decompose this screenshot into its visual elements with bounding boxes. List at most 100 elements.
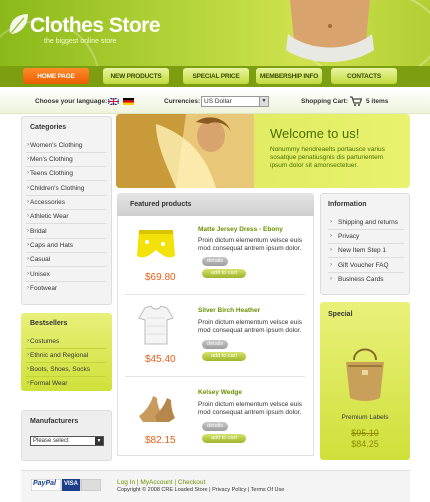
divider — [26, 223, 106, 224]
special-product-image[interactable] — [340, 344, 390, 402]
special-title: Special — [328, 311, 353, 318]
category-item[interactable]: Athletic Wear — [30, 213, 69, 220]
welcome-photo — [116, 114, 254, 188]
arrow-right-icon: › — [27, 185, 29, 191]
category-item[interactable]: Women's Clothing — [30, 142, 82, 149]
cart-count[interactable]: 5 items — [366, 98, 388, 105]
divider — [26, 376, 106, 377]
manufacturers-title: Manufacturers — [30, 418, 79, 425]
arrow-right-icon: › — [330, 276, 332, 282]
add-to-cart-button[interactable]: add to cart — [202, 269, 246, 278]
bestseller-item[interactable]: Formal Wear — [30, 380, 67, 387]
arrow-right-icon: › — [330, 219, 332, 225]
divider — [125, 294, 305, 295]
arrow-right-icon: › — [330, 247, 332, 253]
product-image[interactable] — [135, 222, 177, 264]
divider — [26, 180, 106, 181]
arrow-right-icon: › — [27, 213, 29, 219]
information-item[interactable]: Privacy — [338, 233, 359, 240]
product-name[interactable]: Silver Birch Heather — [198, 307, 260, 314]
category-item[interactable]: Men's Clothing — [30, 156, 73, 163]
product-name[interactable]: Kelsey Wedge — [198, 389, 242, 396]
product-description: Proin dictum elementum velsce euis mod c… — [198, 401, 303, 416]
bestseller-item[interactable]: Ethnic and Regional — [30, 352, 88, 359]
categories-title: Categories — [30, 124, 67, 131]
nav-new-products[interactable]: New Products — [103, 68, 169, 84]
product-description: Proin dictum elementum velsce euis mod c… — [198, 319, 303, 334]
arrow-right-icon: › — [27, 242, 29, 248]
nav-contacts[interactable]: Contacts — [331, 68, 397, 84]
category-item[interactable]: Accessories — [30, 199, 65, 206]
nav-special-price[interactable]: Special Price — [183, 68, 249, 84]
information-title: Information — [328, 201, 367, 208]
chevron-down-icon[interactable]: ▼ — [259, 97, 268, 106]
category-item[interactable]: Unisex — [30, 271, 50, 278]
bestseller-item[interactable]: Costumes — [30, 338, 59, 345]
add-to-cart-button[interactable]: add to cart — [202, 434, 246, 443]
cart-label[interactable]: Shopping Cart: — [301, 98, 348, 105]
divider — [26, 166, 106, 167]
product-name[interactable]: Matte Jersey Dress - Ebony — [198, 226, 283, 233]
category-item[interactable]: Bridal — [30, 228, 47, 235]
divider — [26, 281, 106, 282]
product-image[interactable] — [135, 386, 177, 428]
divider — [328, 243, 404, 244]
language-label: Choose your language: — [35, 98, 108, 105]
hero-model-image — [286, 0, 374, 62]
product-image[interactable] — [135, 304, 177, 346]
divider — [328, 257, 404, 258]
featured-title: Featured products — [130, 201, 192, 208]
divider — [26, 266, 106, 267]
category-item[interactable]: Footwear — [30, 285, 57, 292]
details-button[interactable]: details — [202, 257, 228, 266]
footer-copyright: Copyright © 2008 CRE Loaded Store | Priv… — [117, 487, 285, 493]
divider — [26, 252, 106, 253]
arrow-right-icon: › — [27, 170, 29, 176]
de-flag-icon[interactable] — [123, 98, 134, 105]
add-to-cart-button[interactable]: add to cart — [202, 352, 246, 361]
manufacturer-select-value: Please select — [33, 438, 69, 444]
category-item[interactable]: Casual — [30, 256, 50, 263]
arrow-right-icon: › — [27, 228, 29, 234]
divider — [26, 238, 106, 239]
category-item[interactable]: Caps and Hats — [30, 242, 73, 249]
divider — [26, 152, 106, 153]
nav-membership-info[interactable]: Membership Info — [256, 68, 322, 84]
bestsellers-title: Bestsellers — [30, 320, 68, 327]
arrow-right-icon: › — [27, 338, 29, 344]
special-product-name[interactable]: Premium Labels — [320, 414, 410, 421]
bestseller-item[interactable]: Boots, Shoes, Socks — [30, 366, 90, 373]
information-item[interactable]: Shipping and returns — [338, 219, 398, 226]
arrow-right-icon: › — [27, 271, 29, 277]
divider — [125, 376, 305, 377]
details-button[interactable]: details — [202, 422, 228, 431]
uk-flag-icon[interactable] — [108, 98, 119, 105]
chevron-down-icon[interactable]: ▼ — [95, 437, 103, 445]
welcome-title: Welcome to us! — [270, 126, 360, 141]
special-new-price: $84.25 — [351, 439, 379, 449]
footer-links[interactable]: Log In | MyAccount | Checkout — [117, 479, 205, 486]
information-item[interactable]: New Item Step 1 — [338, 247, 386, 254]
leaf-logo-icon — [9, 14, 28, 35]
store-subtitle: the biggest online store — [44, 38, 117, 45]
information-item[interactable]: Gift Voucher FAQ — [338, 262, 389, 269]
arrow-right-icon: › — [27, 199, 29, 205]
arrow-right-icon: › — [330, 233, 332, 239]
shopping-cart-icon[interactable] — [350, 96, 362, 106]
arrow-right-icon: › — [27, 156, 29, 162]
currency-select[interactable]: US Dollar ▼ — [201, 96, 269, 107]
arrow-right-icon: › — [27, 366, 29, 372]
arrow-right-icon: › — [330, 262, 332, 268]
category-item[interactable]: Children's Clothing — [30, 185, 84, 192]
details-button[interactable]: details — [202, 340, 228, 349]
information-item[interactable]: Business Cards — [338, 276, 384, 283]
divider — [26, 348, 106, 349]
nav-home[interactable]: Home Page — [23, 68, 89, 84]
paypal-logo-text: PayPal — [33, 480, 56, 487]
store-title[interactable]: Clothes Store — [30, 14, 161, 38]
manufacturer-select[interactable]: Please select ▼ — [30, 436, 104, 446]
category-item[interactable]: Teens Clothing — [30, 170, 73, 177]
divider — [328, 229, 404, 230]
arrow-right-icon: › — [27, 352, 29, 358]
divider — [26, 209, 106, 210]
